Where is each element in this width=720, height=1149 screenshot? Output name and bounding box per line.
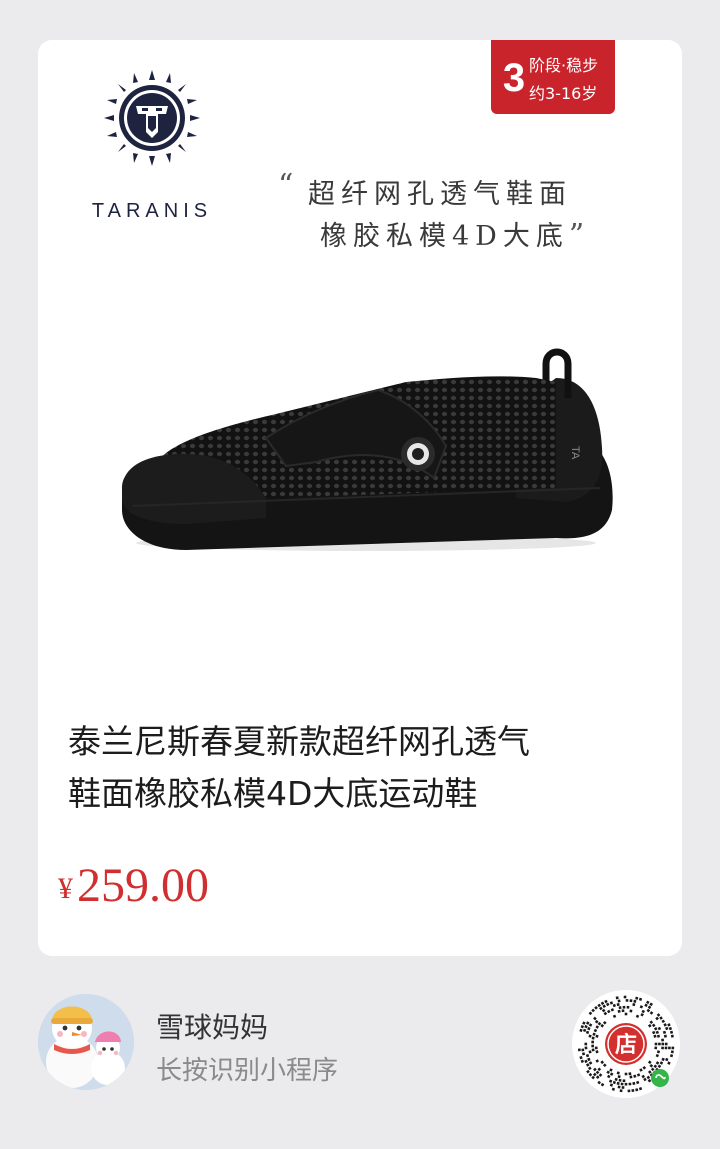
stage-label: 阶段·稳步 — [529, 56, 599, 75]
stage-age-range: 约3-16岁 — [529, 84, 598, 103]
brand-logo: TARANIS — [86, 68, 218, 228]
slogan-line-2-text: 橡胶私模4D大底 — [320, 221, 569, 252]
product-title-line-1: 泰兰尼斯春夏新款超纤网孔透气 — [68, 722, 530, 761]
price-amount: 259.00 — [77, 859, 209, 912]
black-mesh-sneaker: TA — [122, 348, 613, 551]
close-quote-mark: ” — [568, 218, 591, 253]
shop-icon: 店 — [615, 1033, 637, 1058]
product-price: ¥259.00 — [58, 858, 209, 913]
product-title-line-2: 鞋面橡胶私模4D大底运动鞋 — [68, 774, 478, 813]
stage-number: 3 — [502, 56, 526, 100]
open-quote-mark: “ — [278, 168, 300, 203]
shop-name: 雪球妈妈 — [156, 1011, 269, 1044]
brand-name: TARANIS — [91, 200, 213, 222]
stage-badge: 3 阶段·稳步 约3-16岁 — [491, 40, 615, 114]
product-card[interactable]: TARANIS 3 阶段·稳步 约3-16岁 “ 超纤网孔透气鞋面 橡胶私模4D… — [38, 40, 682, 956]
mini-program-qr-code[interactable]: 店 — [572, 990, 680, 1098]
product-title[interactable]: 泰兰尼斯春夏新款超纤网孔透气 鞋面橡胶私模4D大底运动鞋 — [68, 716, 658, 820]
slogan-line-2: 橡胶私模4D大底” — [320, 214, 590, 253]
mini-program-footer: 雪球妈妈 长按识别小程序 店 — [0, 956, 720, 1149]
snowman-avatar-icon — [38, 994, 134, 1090]
svg-text:TA: TA — [569, 446, 581, 460]
currency-symbol: ¥ — [58, 872, 73, 905]
slogan-line-1: 超纤网孔透气鞋面 — [308, 179, 572, 210]
snowman-avatar[interactable] — [38, 994, 134, 1090]
lion-sun-logo-icon — [104, 70, 200, 166]
product-image-area[interactable]: TARANIS 3 阶段·稳步 约3-16岁 “ 超纤网孔透气鞋面 橡胶私模4D… — [38, 40, 682, 680]
long-press-hint: 长按识别小程序 — [156, 1056, 339, 1086]
